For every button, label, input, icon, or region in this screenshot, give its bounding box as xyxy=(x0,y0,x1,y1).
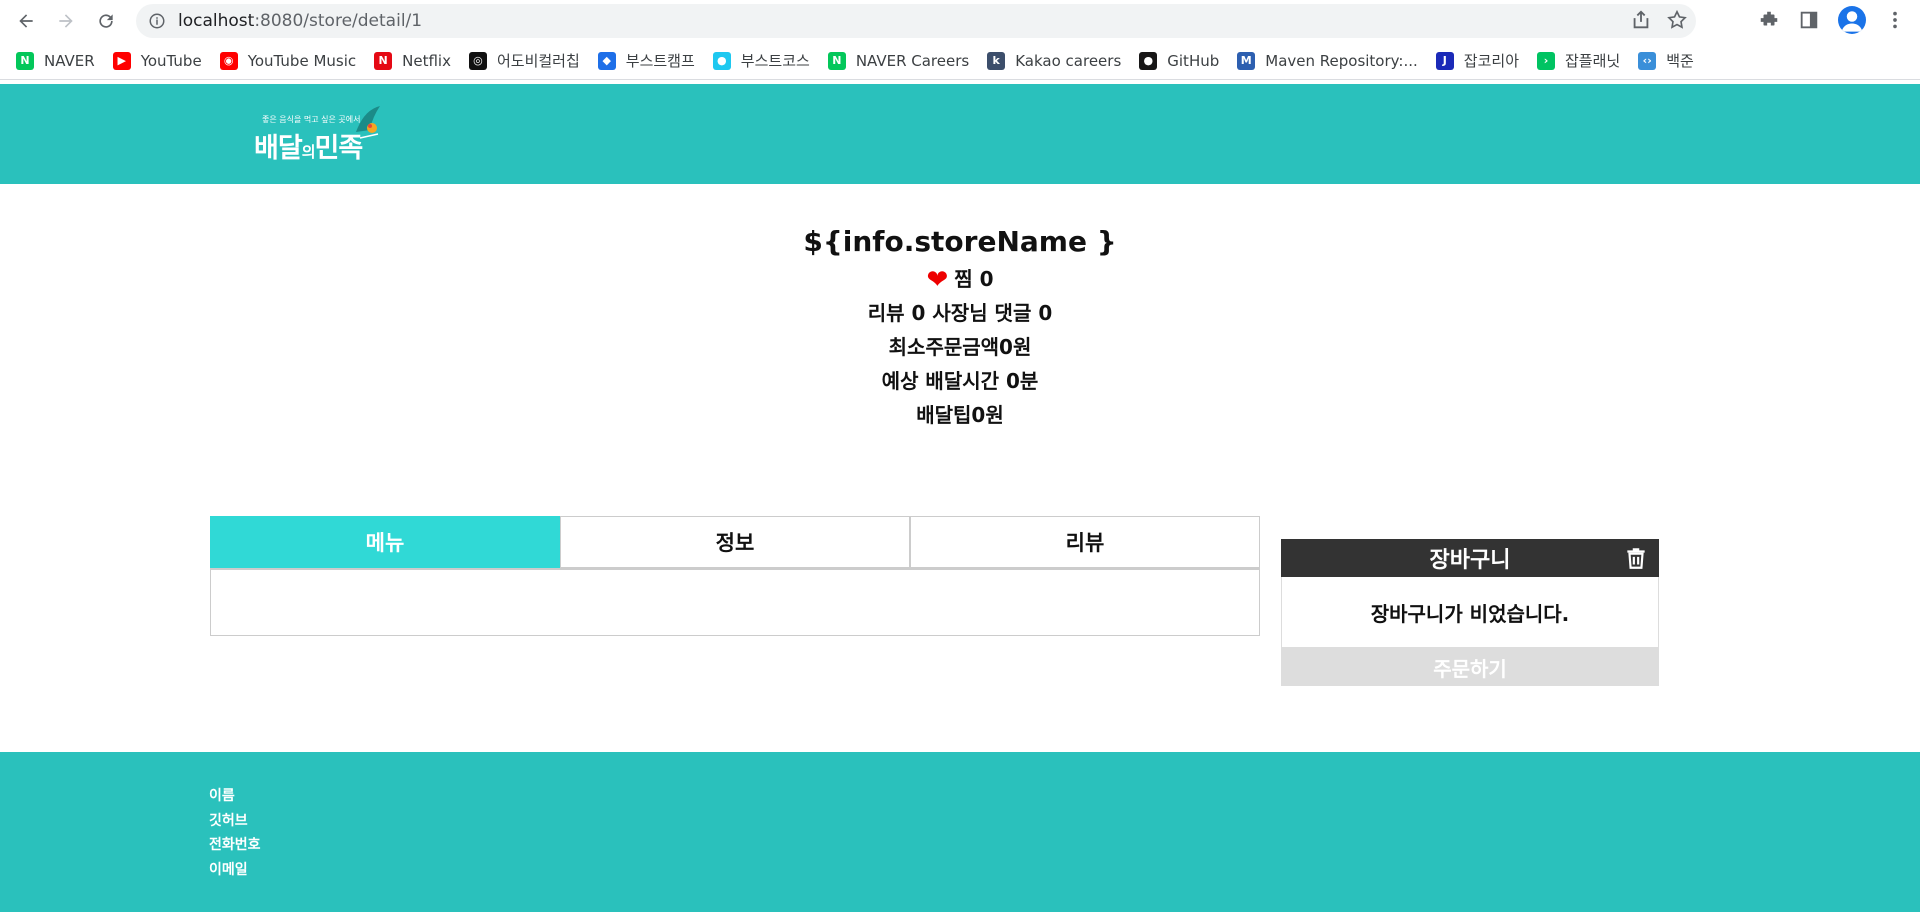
bookmark-label: YouTube xyxy=(140,51,202,70)
cart-header: 장바구니 xyxy=(1281,539,1659,577)
share-icon[interactable] xyxy=(1630,9,1652,31)
bookmark-item[interactable]: ◎ 어도비컬러칩 xyxy=(468,50,580,71)
bookmark-label: Kakao careers xyxy=(1015,51,1122,70)
bookmark-label: Maven Repository:... xyxy=(1265,51,1418,70)
bookmark-item[interactable]: J 잡코리아 xyxy=(1435,50,1519,71)
bookmark-label: 부스트캠프 xyxy=(625,52,695,70)
naver-careers-icon: N xyxy=(827,51,846,70)
bookmark-star-icon[interactable] xyxy=(1666,9,1688,31)
like-count: 찜 0 xyxy=(954,267,994,291)
github-icon: ● xyxy=(1139,51,1158,70)
trash-icon[interactable] xyxy=(1623,545,1649,571)
reload-icon xyxy=(99,14,113,28)
cart-panel: 장바구니 장바구니가 비었습니다. 주문하기 xyxy=(1281,539,1659,686)
reload-button[interactable] xyxy=(86,1,126,41)
back-arrow-icon xyxy=(19,14,33,28)
bookmark-item[interactable]: ‹› 백준 xyxy=(1638,50,1694,71)
site-header: 좋은 음식을 먹고 싶은 곳에서 배달의민족 xyxy=(0,84,1920,184)
review-count: 리뷰 0 사장님 댓글 0 xyxy=(867,301,1053,325)
bookmark-label: 잡플래닛 xyxy=(1565,52,1621,70)
bookmark-label: YouTube Music xyxy=(247,51,357,70)
delivery-time: 예상 배달시간 0분 xyxy=(881,369,1039,393)
back-button[interactable] xyxy=(6,1,46,41)
site-info-icon[interactable] xyxy=(148,12,166,30)
like-line: ❤ 찜 0 xyxy=(0,262,1920,296)
browser-toolbar: localhost:8080/store/detail/1 xyxy=(0,0,1920,42)
cart-empty-message: 장바구니가 비었습니다. xyxy=(1281,577,1659,648)
bookmark-label: NAVER Careers xyxy=(855,51,970,70)
address-bar[interactable]: localhost:8080/store/detail/1 xyxy=(136,4,1696,38)
bookmark-item[interactable]: N Netflix xyxy=(374,51,451,70)
profile-icon xyxy=(1841,11,1863,32)
bookmarks-bar: N NAVER ▶ YouTube ◉ YouTube Music N Netflix ◎ 어도비… xyxy=(0,42,1920,80)
tab-review[interactable]: 리뷰 xyxy=(910,516,1260,568)
bookmark-item[interactable]: N NAVER Careers xyxy=(827,51,970,70)
tab-menu[interactable]: 메뉴 xyxy=(210,516,560,568)
adobe-color-icon: ◎ xyxy=(468,51,487,70)
footer-phone: 전화번호 xyxy=(209,837,261,853)
bookmark-label: 백준 xyxy=(1666,52,1694,70)
bookmark-item[interactable]: ● GitHub xyxy=(1139,51,1220,70)
jobplanet-icon: › xyxy=(1537,51,1555,70)
tab-info[interactable]: 정보 xyxy=(560,516,910,568)
url-text: localhost:8080/store/detail/1 xyxy=(178,11,423,31)
baekjoon-icon: ‹› xyxy=(1638,51,1657,70)
min-order-amount: 최소주문금액0원 xyxy=(888,335,1032,359)
netflix-icon: N xyxy=(374,51,393,70)
boostcamp-icon: ◆ xyxy=(597,51,616,70)
maven-icon: M xyxy=(1237,51,1256,70)
bookmark-label: NAVER xyxy=(44,51,95,70)
side-panel-icon[interactable] xyxy=(1798,9,1820,31)
bookmark-item[interactable]: k Kakao careers xyxy=(987,51,1122,70)
bookmark-label: 어도비컬러칩 xyxy=(496,52,580,70)
jobkorea-icon: J xyxy=(1435,51,1454,70)
footer-email: 이메일 xyxy=(209,861,248,878)
footer-info-list: 이름 깃허브 전화번호 이메일 xyxy=(209,784,261,882)
store-info: ${info.storeName } ❤ 찜 0 리뷰 0 사장님 댓글 0 최소… xyxy=(0,222,1920,432)
forward-button[interactable] xyxy=(46,1,86,41)
bookmark-item[interactable]: N NAVER xyxy=(16,51,95,70)
bookmark-label: 잡코리아 xyxy=(1463,52,1519,70)
naver-icon: N xyxy=(16,51,34,70)
baemin-logo[interactable]: 좋은 음식을 먹고 싶은 곳에서 배달의민족 xyxy=(254,104,384,164)
logo-wordmark: 배달의민족 xyxy=(254,133,363,164)
forward-arrow-icon xyxy=(59,14,73,28)
extensions-icon[interactable] xyxy=(1758,9,1780,31)
youtube-icon: ▶ xyxy=(112,51,131,70)
store-tabs: 메뉴 정보 리뷰 xyxy=(210,516,1260,568)
bookmark-item[interactable]: ◉ YouTube Music xyxy=(219,51,357,70)
footer-name: 이름 xyxy=(209,788,235,804)
bookmark-label: GitHub xyxy=(1167,51,1220,70)
cart-title: 장바구니 xyxy=(1429,548,1511,573)
footer-github[interactable]: 깃허브 xyxy=(209,809,261,834)
logo-tagline: 좋은 음식을 먹고 싶은 곳에서 xyxy=(262,115,361,124)
bookmark-item[interactable]: ▶ YouTube xyxy=(112,51,202,70)
tab-content-panel xyxy=(210,568,1260,636)
kakao-careers-icon: k xyxy=(987,51,1006,70)
bookmark-item[interactable]: ◆ 부스트캠프 xyxy=(597,50,695,71)
store-name: ${info.storeName } xyxy=(803,225,1117,258)
bookmark-label: Netflix xyxy=(402,51,451,70)
youtube-music-icon: ◉ xyxy=(219,51,238,70)
bookmark-item[interactable]: ● 부스트코스 xyxy=(712,50,810,71)
menu-kebab-icon[interactable] xyxy=(1884,9,1906,31)
delivery-tip: 배달팁0원 xyxy=(916,403,1004,427)
profile-avatar[interactable] xyxy=(1838,6,1866,34)
logo-rider-icon xyxy=(356,106,380,139)
bookmark-item[interactable]: M Maven Repository:... xyxy=(1237,51,1418,70)
heart-icon[interactable]: ❤ xyxy=(926,265,948,295)
bookmark-label: 부스트코스 xyxy=(740,52,810,70)
boostcourse-icon: ● xyxy=(712,51,731,70)
bookmark-item[interactable]: › 잡플래닛 xyxy=(1537,50,1620,71)
site-footer: 이름 깃허브 전화번호 이메일 xyxy=(0,752,1920,912)
order-button[interactable]: 주문하기 xyxy=(1281,648,1659,686)
